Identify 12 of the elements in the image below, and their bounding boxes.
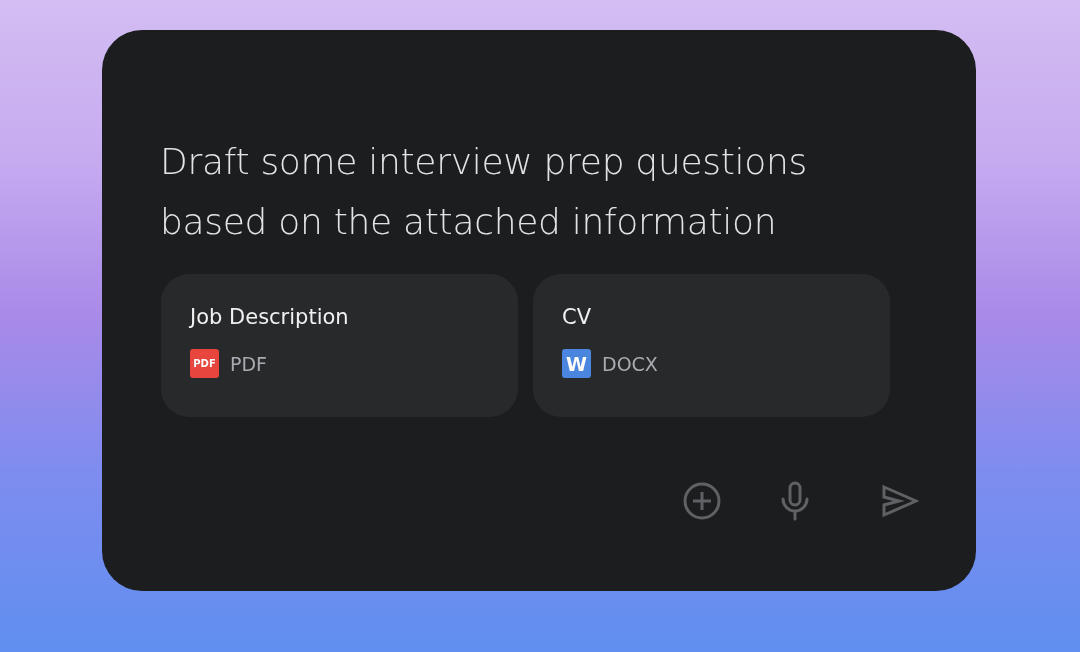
attachment-card[interactable]: CV W DOCX	[533, 274, 890, 417]
send-button[interactable]	[881, 484, 919, 518]
file-type-icon: PDF	[190, 349, 219, 378]
prompt-text: Draft some interview prep questions based on the attached information	[160, 140, 808, 244]
attachment-title: CV	[562, 305, 593, 329]
attachment-title: Job Description	[190, 305, 350, 329]
file-type-icon: W	[562, 349, 591, 378]
file-type: PDF	[230, 352, 268, 375]
attachment-card[interactable]: Job Description PDF PDF	[161, 274, 518, 417]
add-button[interactable]	[682, 481, 722, 521]
microphone-button[interactable]	[779, 481, 811, 521]
file-type: DOCX	[602, 352, 658, 375]
